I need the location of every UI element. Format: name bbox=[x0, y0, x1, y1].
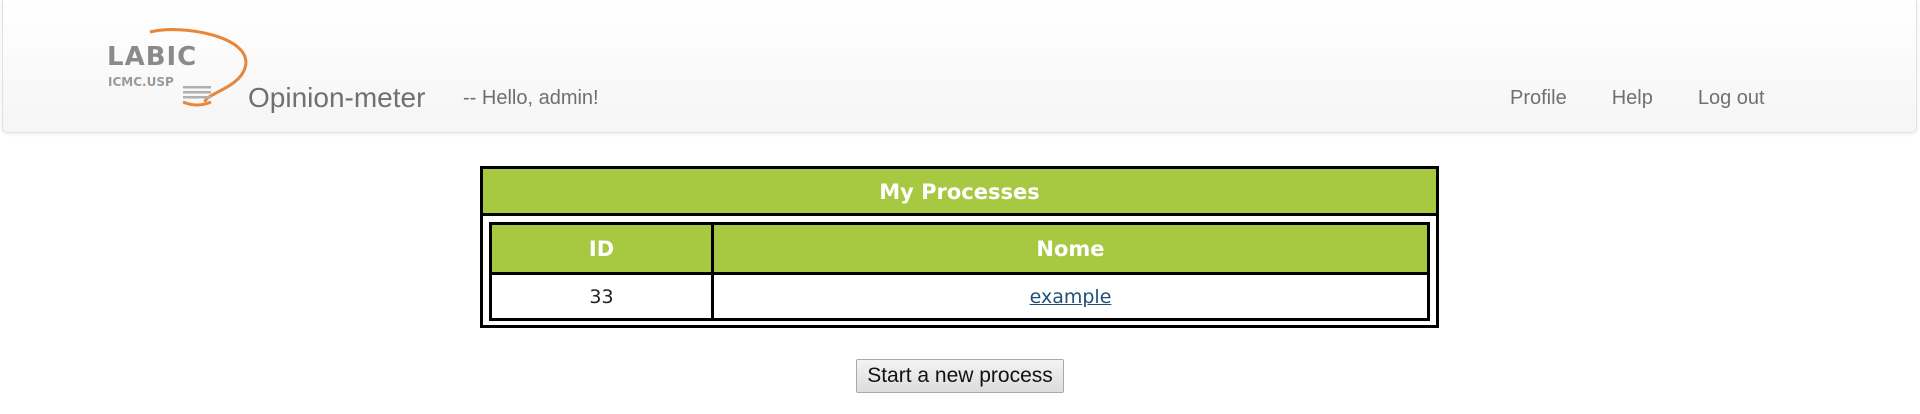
logo-sub-text: ICMC.USP bbox=[108, 75, 174, 89]
column-header-name: Nome bbox=[711, 222, 1430, 275]
my-processes-panel: My Processes ID Nome 33 example bbox=[480, 166, 1439, 328]
brand-link[interactable]: Opinion-meter bbox=[248, 82, 425, 114]
my-processes-title: My Processes bbox=[483, 169, 1436, 216]
process-name-cell: example bbox=[711, 272, 1430, 321]
logo-icmc-text: ICMC bbox=[108, 75, 143, 89]
labic-logo[interactable]: LABIC ICMC.USP bbox=[105, 28, 251, 108]
start-new-process-button[interactable]: Start a new process bbox=[856, 359, 1064, 393]
processes-table: ID Nome 33 example bbox=[489, 222, 1430, 321]
column-header-id: ID bbox=[489, 222, 714, 275]
process-id-cell: 33 bbox=[489, 272, 714, 321]
nav-links: Profile Help Log out bbox=[1510, 87, 1765, 110]
logo-labic-text: LABIC bbox=[107, 42, 198, 72]
greeting-text: -- Hello, admin! bbox=[463, 87, 599, 109]
top-navbar: LABIC ICMC.USP Opinion-meter -- Hello, a… bbox=[2, 0, 1917, 133]
table-row: 33 example bbox=[489, 272, 1430, 321]
nav-profile-link[interactable]: Profile bbox=[1510, 87, 1567, 110]
table-header-row: ID Nome bbox=[489, 222, 1430, 275]
nav-help-link[interactable]: Help bbox=[1612, 87, 1653, 110]
nav-logout-link[interactable]: Log out bbox=[1698, 87, 1765, 110]
process-name-link[interactable]: example bbox=[1030, 286, 1112, 308]
logo-usp-text: USP bbox=[146, 75, 174, 89]
